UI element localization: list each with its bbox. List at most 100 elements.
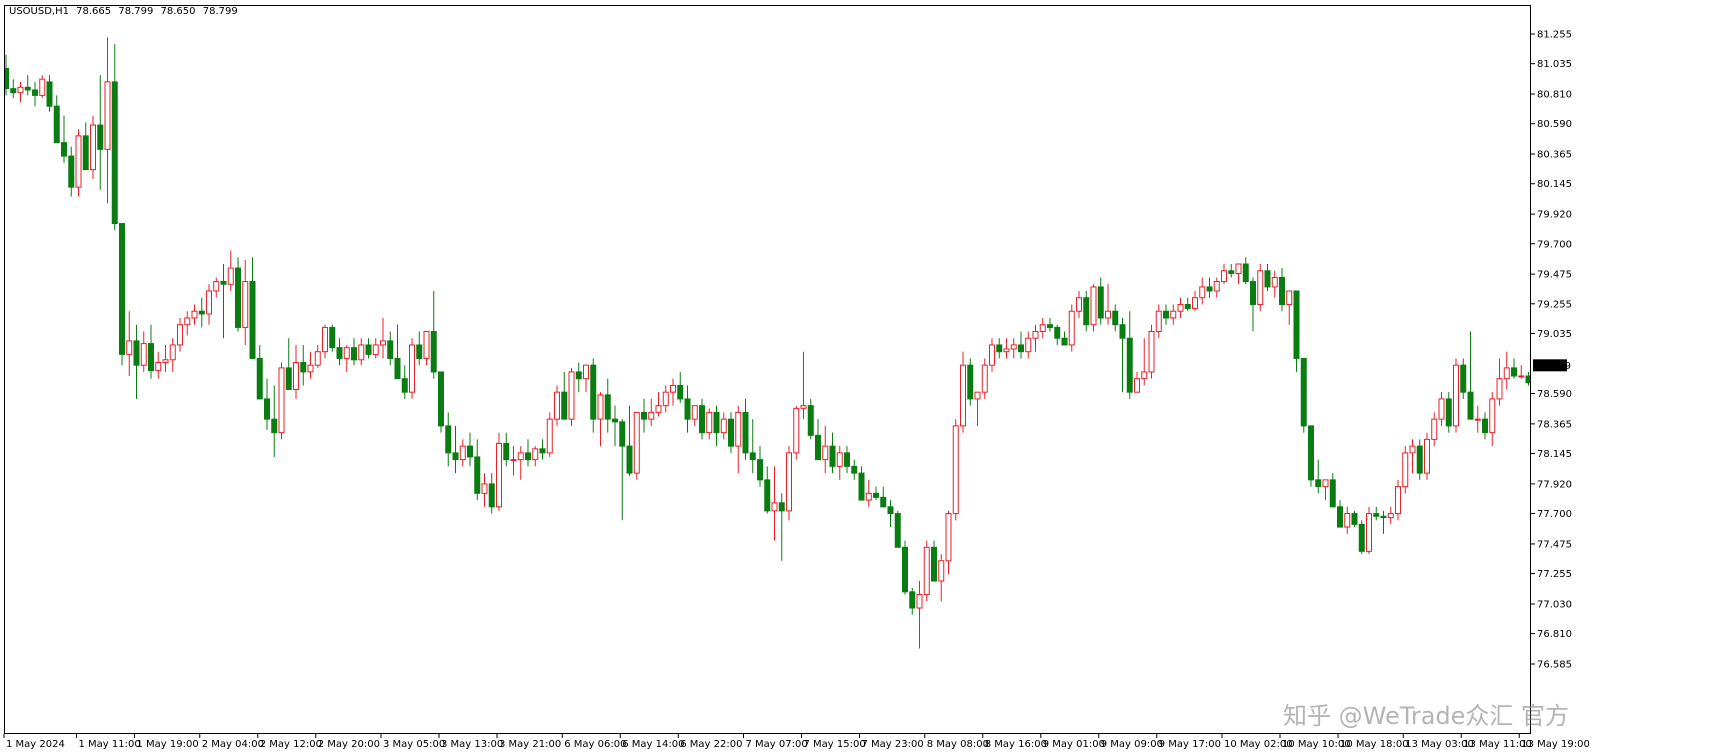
candle-bear xyxy=(1416,445,1423,474)
candle-bull xyxy=(1025,337,1032,353)
candle-bull xyxy=(162,359,169,363)
candle-bear xyxy=(1373,513,1380,517)
y-tick-label: 80.145 xyxy=(1537,179,1572,190)
candle-bear xyxy=(677,384,684,400)
y-tick-label: 78.590 xyxy=(1537,389,1572,400)
candle-bull xyxy=(227,267,234,285)
candle-bull xyxy=(75,135,82,188)
candle-bear xyxy=(539,448,546,454)
candle-bull xyxy=(1438,398,1445,420)
candle-bear xyxy=(815,434,821,461)
symbol-info: USOUSD,H1 78.665 78.799 78.650 78.799 xyxy=(9,6,242,17)
x-tick-label: 6 May 22:00 xyxy=(680,739,742,750)
candle-bull xyxy=(735,411,742,447)
x-tick-label: 9 May 09:00 xyxy=(1101,739,1163,750)
candle-bull xyxy=(1170,310,1177,319)
candle-bear xyxy=(1300,357,1307,427)
candle-bull xyxy=(293,361,299,390)
candle-bull xyxy=(1235,263,1242,274)
candle-bear xyxy=(46,81,53,107)
candle-bull xyxy=(1474,418,1481,421)
candle-bear xyxy=(133,340,140,366)
candle-bull xyxy=(409,344,415,393)
candle-bull xyxy=(517,452,524,461)
candle-bear xyxy=(351,347,357,361)
candle-bull xyxy=(213,281,220,292)
candle-bull xyxy=(655,405,662,413)
candle-bull xyxy=(989,344,995,366)
candle-bear xyxy=(119,223,125,355)
candle-bear xyxy=(1126,337,1133,393)
y-tick-label: 79.475 xyxy=(1537,270,1572,281)
candle-bear xyxy=(97,124,104,150)
candle-bull xyxy=(1134,378,1140,393)
candle-bear xyxy=(445,425,452,454)
y-tick-label: 80.810 xyxy=(1537,90,1572,101)
candle-bull xyxy=(771,502,778,512)
candle-bear xyxy=(561,391,568,420)
x-tick-label: 3 May 05:00 xyxy=(383,739,445,750)
candle-bear xyxy=(1337,506,1343,528)
candle-bull xyxy=(1090,286,1097,326)
candle-bear xyxy=(728,418,734,447)
candle-bull xyxy=(1155,310,1162,332)
y-tick-label: 77.920 xyxy=(1537,479,1572,490)
candle-bull xyxy=(1387,513,1394,519)
candle-bull xyxy=(916,594,923,609)
candle-bear xyxy=(684,398,691,420)
candle-bear xyxy=(329,326,336,349)
candle-bull xyxy=(1010,344,1017,350)
candle-bull xyxy=(39,78,46,96)
candle-bear xyxy=(807,405,814,436)
candle-bull xyxy=(481,483,488,494)
candle-bull xyxy=(1496,378,1503,400)
candle-bull xyxy=(720,418,727,434)
candle-bull xyxy=(1148,330,1155,373)
candle-bear xyxy=(10,88,17,94)
x-tick-label: 2 May 20:00 xyxy=(318,739,380,750)
candle-bear xyxy=(1445,398,1452,427)
ohlc-open: 78.665 xyxy=(76,6,112,17)
candle-bull xyxy=(1409,445,1416,454)
candle-bear xyxy=(829,445,836,467)
candle-bear xyxy=(387,340,394,359)
candle-bear xyxy=(1083,297,1090,326)
y-tick-label: 79.035 xyxy=(1537,329,1572,340)
candle-bear xyxy=(778,502,785,512)
candle-bull xyxy=(597,394,604,420)
candle-bear xyxy=(996,344,1003,353)
candle-bear xyxy=(82,135,89,171)
current-price-label: 78.799 xyxy=(1536,361,1571,372)
candle-bull xyxy=(1192,297,1198,310)
candle-bear xyxy=(626,445,633,474)
y-tick-label: 79.255 xyxy=(1537,299,1572,310)
y-tick-label: 77.030 xyxy=(1537,599,1572,610)
candle-bear xyxy=(430,330,437,373)
candle-bear xyxy=(1206,286,1213,292)
candle-bear xyxy=(249,281,256,359)
candle-bear xyxy=(53,105,60,144)
candle-bear xyxy=(575,371,582,380)
candle-bull xyxy=(974,391,981,400)
candle-bear xyxy=(452,452,459,461)
candle-bull xyxy=(322,326,328,353)
candle-bull xyxy=(104,81,111,150)
candle-bull xyxy=(1366,513,1372,552)
candle-bull xyxy=(1221,270,1227,283)
candle-bull xyxy=(1076,297,1082,312)
candle-bear xyxy=(1525,375,1530,384)
candle-bear xyxy=(1163,310,1169,319)
candle-bear xyxy=(416,344,423,359)
candle-bull xyxy=(1105,310,1111,319)
candle-bear xyxy=(1018,344,1024,353)
candle-bear xyxy=(1112,310,1119,326)
candle-bull xyxy=(1039,324,1046,332)
candle-bear xyxy=(438,371,444,427)
candle-bear xyxy=(1250,281,1256,305)
candle-bear xyxy=(235,267,241,328)
candle-bull xyxy=(1322,479,1329,488)
y-tick-label: 81.255 xyxy=(1537,30,1572,41)
candle-bull xyxy=(568,371,575,420)
candle-bull xyxy=(532,448,539,461)
candle-bull xyxy=(546,418,553,454)
